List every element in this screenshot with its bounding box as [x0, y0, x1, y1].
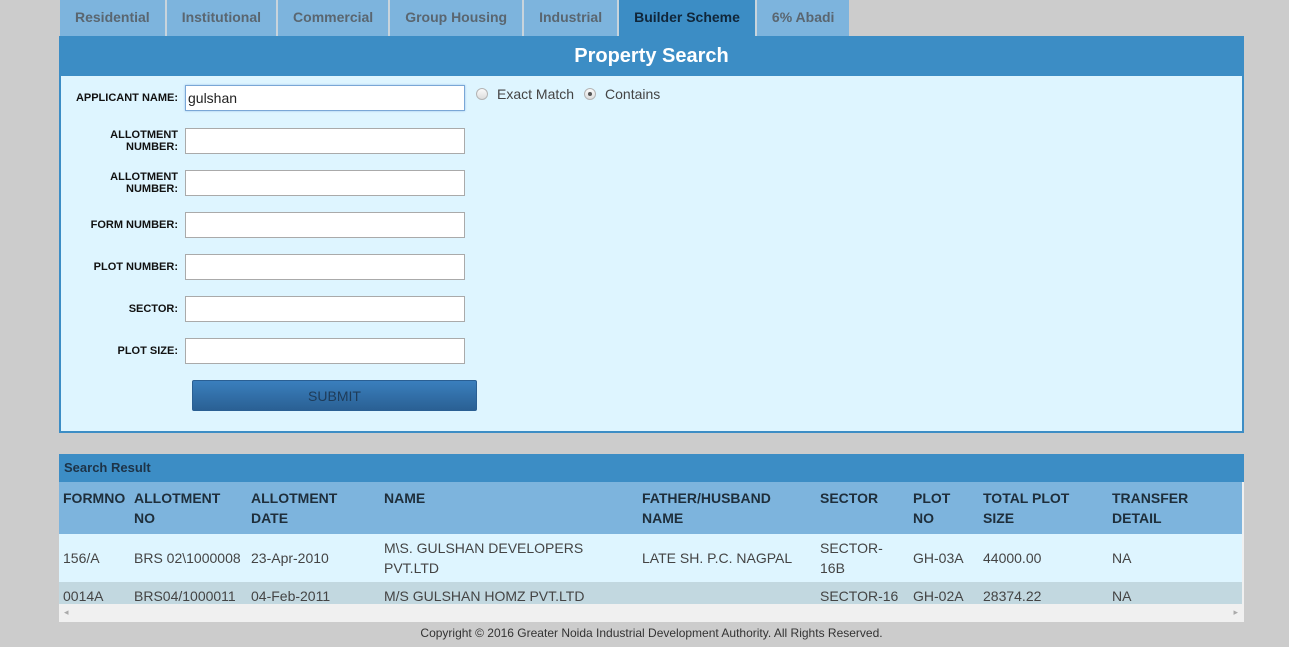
cell-transfer-detail: NA — [1108, 534, 1242, 582]
tab-builder-scheme[interactable]: Builder Scheme — [619, 0, 757, 36]
cell-plot-no: GH-03A — [909, 534, 979, 582]
exact-match-label: Exact Match — [497, 86, 575, 102]
allotment-number-input[interactable] — [185, 128, 465, 154]
scroll-left-icon[interactable]: ◂ — [64, 607, 69, 618]
col-allotment-no: ALLOTMENT NO — [130, 482, 247, 534]
allotment-number-2-label: ALLOTMENT NUMBER: — [110, 171, 178, 195]
sector-input[interactable] — [185, 296, 465, 322]
table-header-row: FORMNO ALLOTMENT NO ALLOTMENT DATE NAME … — [59, 482, 1242, 534]
allotment-number-label: ALLOTMENT NUMBER: — [110, 129, 178, 153]
plot-number-row: PLOT NUMBER: — [61, 254, 465, 280]
footer-copyright: Copyright © 2016 Greater Noida Industria… — [420, 626, 883, 640]
col-name: NAME — [380, 482, 638, 534]
plot-size-input[interactable] — [185, 338, 465, 364]
tab-6-percent-abadi[interactable]: 6% Abadi — [756, 0, 850, 36]
panel-title: Property Search — [61, 38, 1242, 76]
form-number-label: FORM NUMBER: — [90, 219, 178, 231]
property-search-panel: Property Search APPLICANT NAME: Exact Ma… — [59, 36, 1244, 433]
sector-row: SECTOR: — [61, 296, 465, 322]
col-allotment-date: ALLOTMENT DATE — [247, 482, 380, 534]
form-number-row: FORM NUMBER: — [61, 212, 465, 238]
form-number-input[interactable] — [185, 212, 465, 238]
cell-father-husband-name: LATE SH. P.C. NAGPAL — [638, 534, 816, 582]
search-results-panel: Search Result FORMNO ALLOTMENT NO ALLOTM… — [59, 454, 1244, 622]
contains-label: Contains — [605, 86, 661, 102]
applicant-name-input[interactable] — [185, 85, 465, 111]
horizontal-scrollbar[interactable]: ◂ ▸ — [59, 604, 1244, 621]
scroll-right-icon[interactable]: ▸ — [1233, 607, 1238, 618]
contains-radio[interactable] — [584, 88, 597, 100]
applicant-name-label: APPLICANT NAME: — [75, 92, 178, 104]
allotment-number-row: ALLOTMENT NUMBER: — [61, 128, 465, 154]
col-father-husband-name: FATHER/HUSBAND NAME — [638, 482, 816, 534]
cell-total-plot-size: 44000.00 — [979, 534, 1108, 582]
col-plot-no: PLOT NO — [909, 482, 979, 534]
col-total-plot-size: TOTAL PLOT SIZE — [979, 482, 1108, 534]
cell-formno: 156/A — [59, 534, 130, 582]
plot-number-label: PLOT NUMBER: — [93, 261, 178, 273]
tab-industrial[interactable]: Industrial — [524, 0, 620, 36]
tab-commercial[interactable]: Commercial — [278, 0, 391, 36]
sector-label: SECTOR: — [128, 303, 178, 315]
table-row: 156/A BRS 02\1000008 23-Apr-2010 M\S. GU… — [59, 534, 1242, 582]
cell-allotment-date: 23-Apr-2010 — [247, 534, 380, 582]
allotment-number-2-row: ALLOTMENT NUMBER: — [61, 170, 465, 196]
results-table: FORMNO ALLOTMENT NO ALLOTMENT DATE NAME … — [59, 482, 1242, 610]
applicant-name-row: APPLICANT NAME: Exact Match Contains — [61, 85, 670, 111]
col-transfer-detail: TRANSFER DETAIL — [1108, 482, 1242, 534]
plot-number-input[interactable] — [185, 254, 465, 280]
exact-match-radio[interactable] — [476, 88, 488, 100]
col-formno: FORMNO — [59, 482, 130, 534]
cell-name: M\S. GULSHAN DEVELOPERS PVT.LTD — [380, 534, 638, 582]
col-sector: SECTOR — [816, 482, 909, 534]
search-results-title: Search Result — [59, 454, 1244, 482]
tab-residential[interactable]: Residential — [60, 0, 167, 36]
tab-group-housing[interactable]: Group Housing — [390, 0, 525, 36]
plot-size-row: PLOT SIZE: — [61, 338, 465, 364]
category-tabs: Residential Institutional Commercial Gro… — [60, 0, 850, 36]
allotment-number-2-input[interactable] — [185, 170, 465, 196]
cell-sector: SECTOR-16B — [816, 534, 909, 582]
tab-institutional[interactable]: Institutional — [166, 0, 279, 36]
plot-size-label: PLOT SIZE: — [117, 345, 179, 357]
submit-button[interactable]: SUBMIT — [192, 380, 477, 411]
cell-allotment-no: BRS 02\1000008 — [130, 534, 247, 582]
